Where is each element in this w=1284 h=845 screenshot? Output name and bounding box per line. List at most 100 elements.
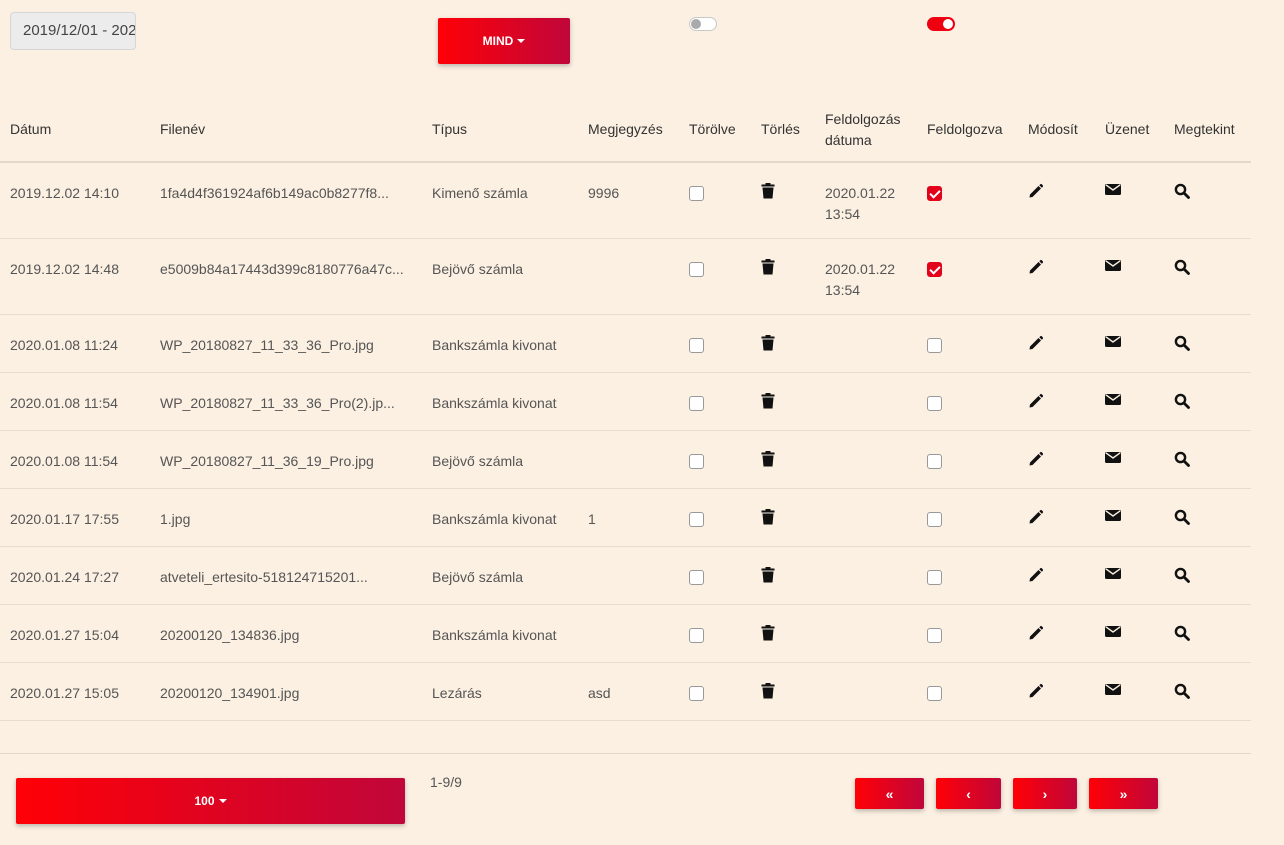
processed-checkbox[interactable] — [927, 186, 942, 201]
header-torles: Törlés — [751, 98, 815, 163]
search-icon[interactable] — [1174, 567, 1190, 583]
table-row: 2020.01.08 11:24 WP_20180827_11_33_36_Pro… — [0, 314, 1251, 373]
pencil-icon[interactable] — [1028, 259, 1044, 275]
cell-feldolgozas-datuma — [815, 488, 917, 547]
first-page-button[interactable]: « — [855, 778, 924, 809]
pencil-icon[interactable] — [1028, 683, 1044, 699]
cell-uzenet — [1095, 314, 1164, 373]
type-filter-dropdown[interactable]: MIND — [438, 18, 570, 64]
pencil-icon[interactable] — [1028, 393, 1044, 409]
search-icon[interactable] — [1174, 259, 1190, 275]
cell-torolve — [679, 314, 751, 373]
trash-icon[interactable] — [761, 566, 777, 583]
trash-icon[interactable] — [761, 508, 777, 525]
pencil-icon[interactable] — [1028, 567, 1044, 583]
envelope-icon[interactable] — [1105, 567, 1121, 583]
search-icon[interactable] — [1174, 683, 1190, 699]
prev-page-button[interactable]: ‹ — [936, 778, 1001, 809]
deleted-checkbox[interactable] — [689, 337, 704, 353]
processed-checkbox[interactable] — [927, 453, 942, 469]
cell-torolve — [679, 488, 751, 547]
deleted-toggle[interactable] — [689, 17, 717, 31]
toggle-knob — [691, 19, 701, 29]
search-icon[interactable] — [1174, 335, 1190, 351]
cell-megtekint — [1164, 162, 1251, 239]
envelope-icon[interactable] — [1105, 451, 1121, 467]
deleted-checkbox[interactable] — [689, 186, 704, 201]
cell-datum: 2020.01.08 11:54 — [0, 430, 150, 489]
processed-checkbox[interactable] — [927, 395, 942, 411]
page-size-dropdown[interactable]: 100 — [16, 778, 405, 824]
pencil-icon[interactable] — [1028, 451, 1044, 467]
envelope-icon[interactable] — [1105, 509, 1121, 525]
cell-filenev: WP_20180827_11_36_19_Pro.jpg — [150, 430, 422, 489]
header-torolve[interactable]: Törölve — [679, 98, 751, 163]
trash-icon[interactable] — [761, 258, 777, 275]
next-page-button[interactable]: › — [1013, 778, 1077, 809]
cell-megjegyzes — [578, 372, 679, 431]
search-icon[interactable] — [1174, 183, 1190, 199]
processed-checkbox[interactable] — [927, 337, 942, 353]
header-feldolgozas-datuma[interactable]: Feldolgozás dátuma — [815, 98, 917, 163]
trash-icon[interactable] — [761, 624, 777, 641]
last-page-button[interactable]: » — [1089, 778, 1158, 809]
envelope-icon[interactable] — [1105, 393, 1121, 409]
pencil-icon[interactable] — [1028, 335, 1044, 351]
processed-checkbox[interactable] — [927, 685, 942, 701]
search-icon[interactable] — [1174, 451, 1190, 467]
search-icon[interactable] — [1174, 509, 1190, 525]
cell-megjegyzes — [578, 430, 679, 489]
header-tipus[interactable]: Típus — [422, 98, 578, 163]
header-datum[interactable]: Dátum — [0, 98, 150, 163]
date-range-input[interactable]: 2019/12/01 - 2020/01/31 — [10, 12, 136, 50]
footer-divider — [0, 753, 1251, 754]
deleted-checkbox[interactable] — [689, 627, 704, 643]
deleted-checkbox[interactable] — [689, 395, 704, 411]
cell-feldolgozas-datuma: 2020.01.22 13:54 — [815, 238, 917, 315]
envelope-icon[interactable] — [1105, 625, 1121, 641]
envelope-icon[interactable] — [1105, 183, 1121, 199]
cell-torles — [751, 488, 815, 547]
deleted-checkbox[interactable] — [689, 511, 704, 527]
processed-checkbox[interactable] — [927, 261, 942, 277]
processed-checkbox[interactable] — [927, 627, 942, 643]
trash-icon[interactable] — [761, 334, 777, 351]
search-icon[interactable] — [1174, 393, 1190, 409]
cell-feldolgozas-datuma: 2020.01.22 13:54 — [815, 162, 917, 239]
header-feldolgozva[interactable]: Feldolgozva — [917, 98, 1018, 163]
processed-checkbox[interactable] — [927, 511, 942, 527]
trash-icon[interactable] — [761, 682, 777, 699]
cell-modosit — [1018, 546, 1095, 605]
search-icon[interactable] — [1174, 625, 1190, 641]
pencil-icon[interactable] — [1028, 183, 1044, 199]
record-count: 1-9/9 — [430, 774, 462, 790]
cell-feldolgozas-datuma — [815, 604, 917, 663]
cell-megtekint — [1164, 604, 1251, 663]
trash-icon[interactable] — [761, 392, 777, 409]
cell-torolve — [679, 372, 751, 431]
cell-torolve — [679, 162, 751, 239]
cell-filenev: 1.jpg — [150, 488, 422, 547]
cell-megjegyzes — [578, 604, 679, 663]
header-megjegyzes[interactable]: Megjegyzés — [578, 98, 679, 163]
deleted-checkbox[interactable] — [689, 685, 704, 701]
envelope-icon[interactable] — [1105, 683, 1121, 699]
trash-icon[interactable] — [761, 183, 777, 199]
pencil-icon[interactable] — [1028, 509, 1044, 525]
header-filenev[interactable]: Filenév — [150, 98, 422, 163]
processed-toggle[interactable] — [927, 17, 955, 31]
processed-checkbox[interactable] — [927, 569, 942, 585]
envelope-icon[interactable] — [1105, 259, 1121, 275]
header-megtekint: Megtekint — [1164, 98, 1251, 163]
cell-uzenet — [1095, 162, 1164, 239]
cell-megjegyzes: asd — [578, 662, 679, 721]
trash-icon[interactable] — [761, 450, 777, 467]
table-header: Dátum Filenév Típus Megjegyzés Törölve T… — [0, 98, 1251, 163]
deleted-checkbox[interactable] — [689, 453, 704, 469]
cell-datum: 2020.01.24 17:27 — [0, 546, 150, 605]
envelope-icon[interactable] — [1105, 335, 1121, 351]
deleted-checkbox[interactable] — [689, 569, 704, 585]
pencil-icon[interactable] — [1028, 625, 1044, 641]
header-uzenet: Üzenet — [1095, 98, 1164, 163]
deleted-checkbox[interactable] — [689, 261, 704, 277]
